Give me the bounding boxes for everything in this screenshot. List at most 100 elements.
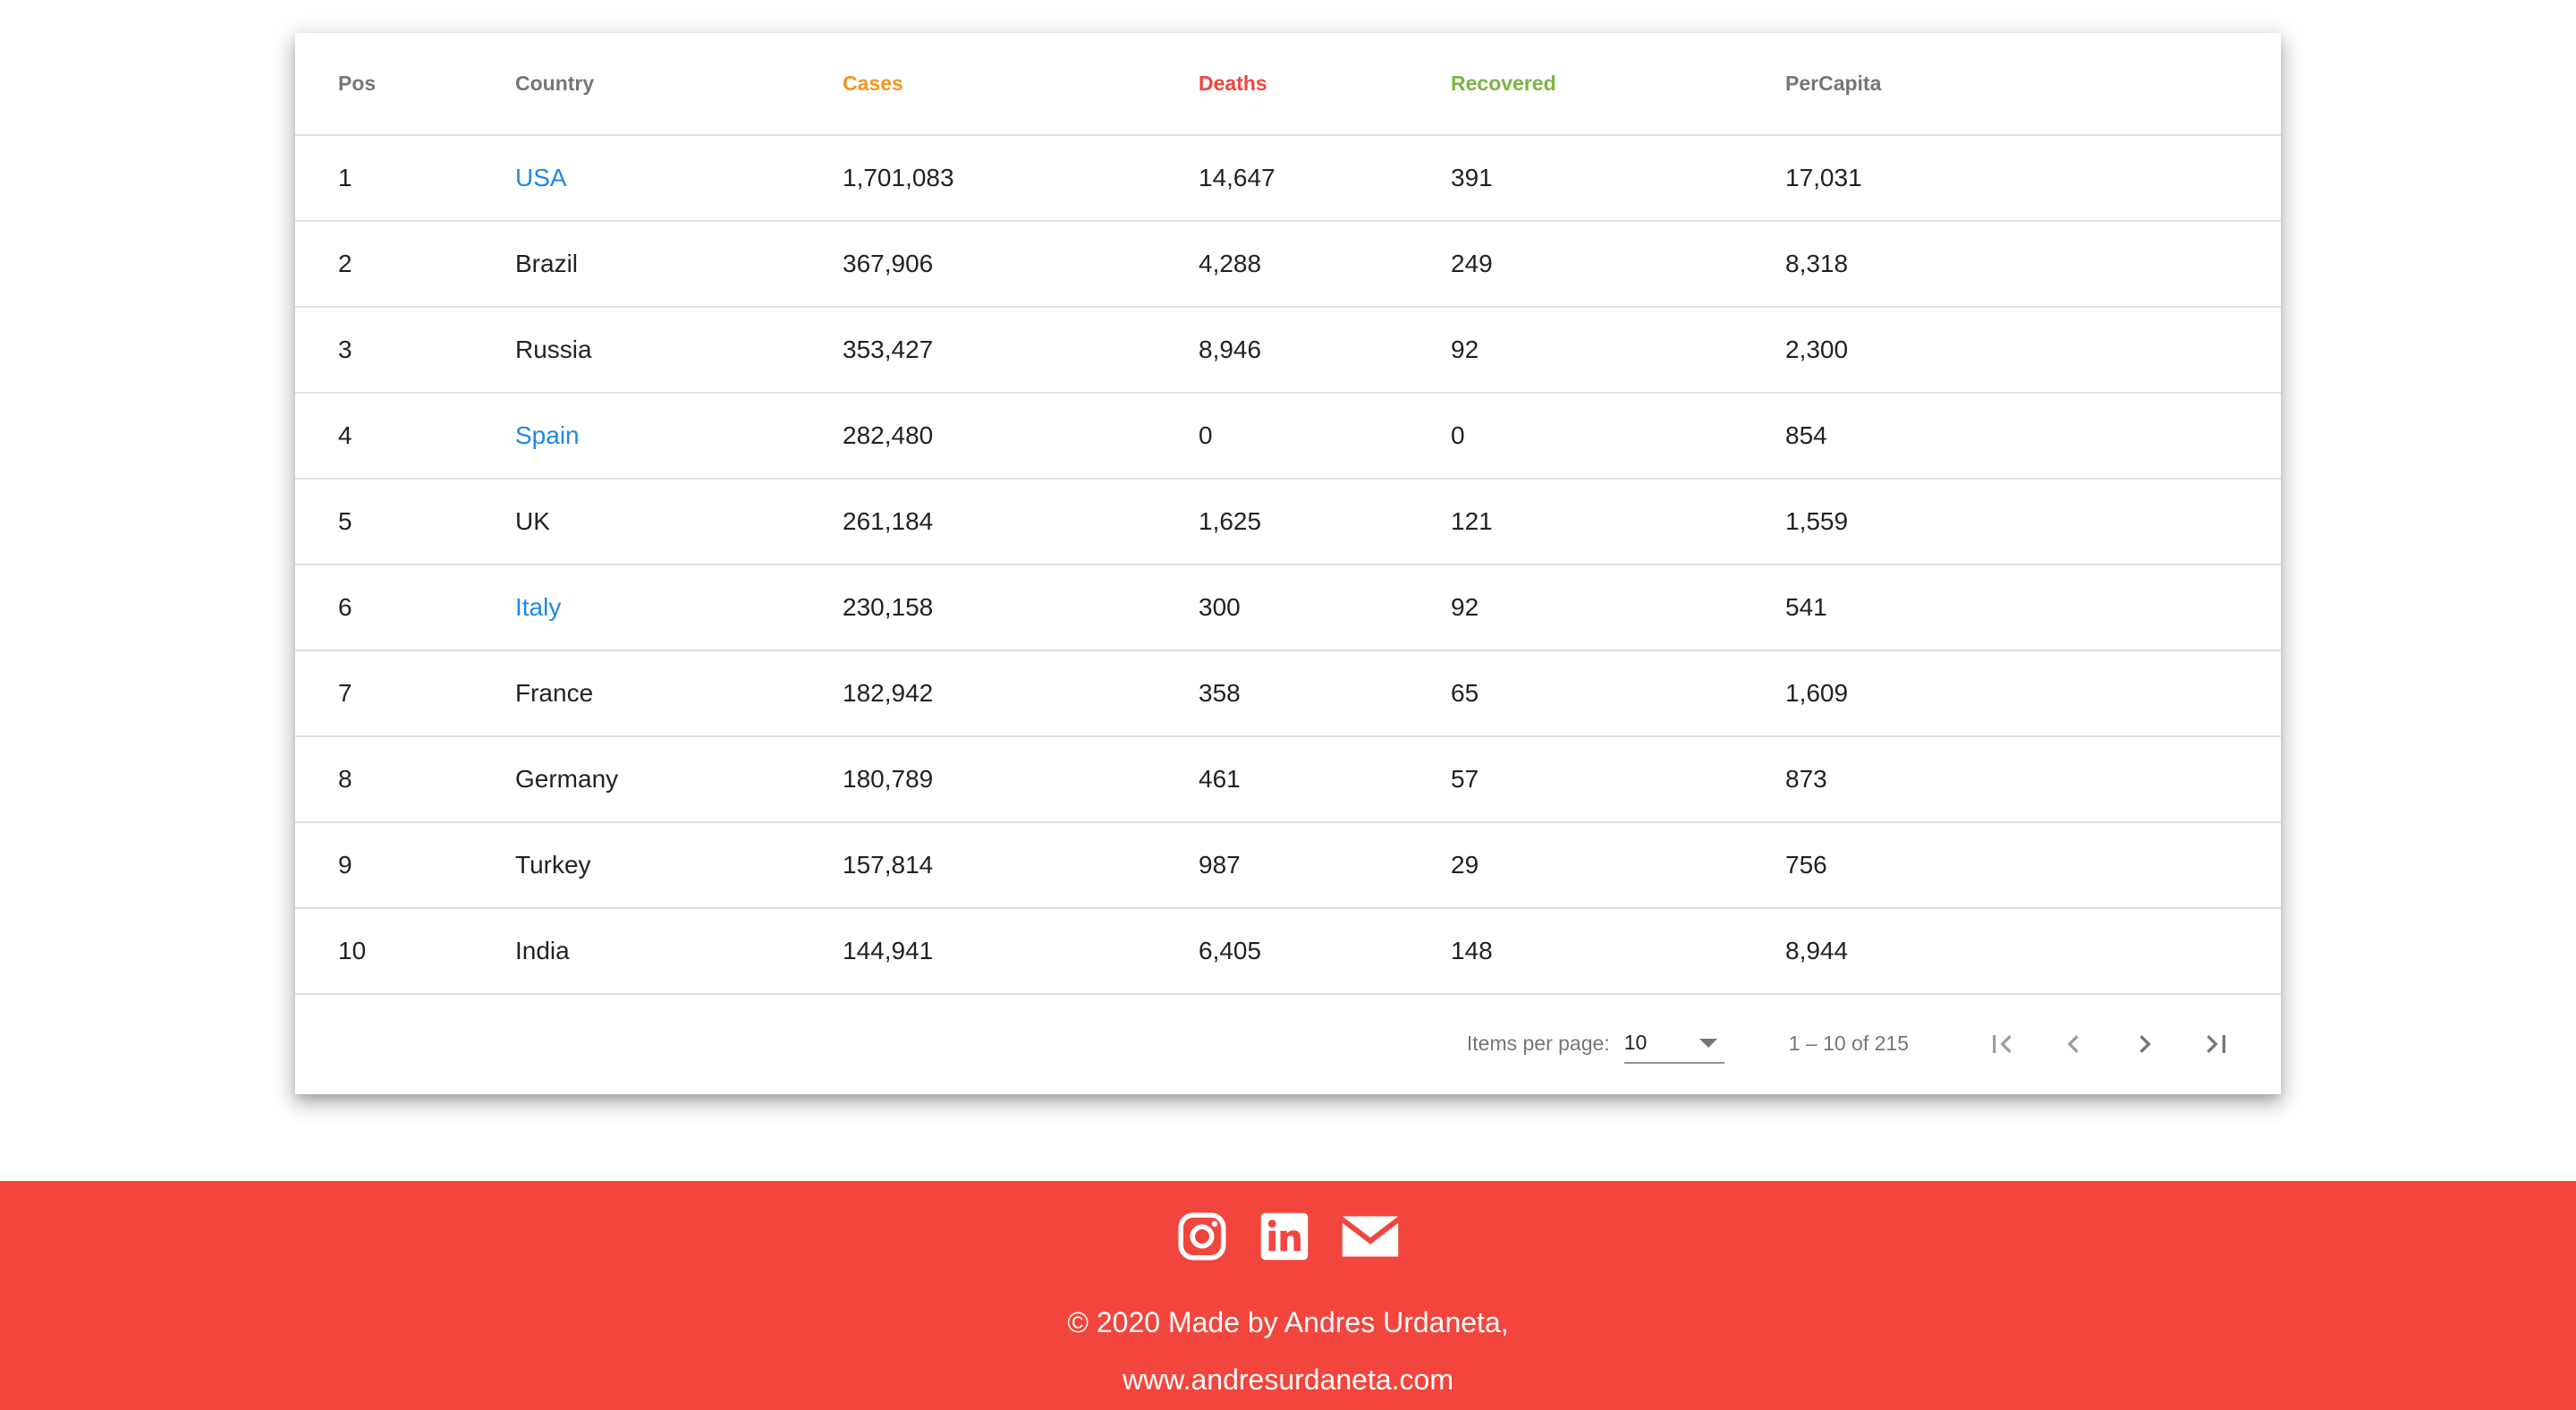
cell-pos: 9 <box>295 822 515 909</box>
cell-percapita: 1,559 <box>1785 479 2281 565</box>
cell-country: Russia <box>515 307 843 394</box>
cell-deaths: 6,405 <box>1199 908 1451 995</box>
first-page-icon <box>1993 1034 2012 1053</box>
cell-pos: 8 <box>295 736 515 823</box>
cell-deaths: 14,647 <box>1199 135 1451 222</box>
mail-icon[interactable] <box>1340 1210 1401 1263</box>
country-link[interactable]: USA <box>515 135 843 222</box>
cell-recovered: 65 <box>1451 650 1785 737</box>
country-stats-table: Pos Country Cases Deaths Recovered PerCa… <box>295 33 2281 995</box>
items-per-page-label: Items per page: <box>1466 1032 1610 1055</box>
table-header-row: Pos Country Cases Deaths Recovered PerCa… <box>295 33 2281 136</box>
cell-pos: 10 <box>295 908 515 995</box>
cell-cases: 1,701,083 <box>843 135 1199 222</box>
copyright-text: © 2020 Made by Andres Urdaneta, <box>1067 1306 1509 1338</box>
cell-pos: 6 <box>295 565 515 651</box>
page-range-label: 1 – 10 of 215 <box>1788 1032 1909 1055</box>
header-deaths: Deaths <box>1199 33 1451 136</box>
cell-percapita: 541 <box>1785 565 2281 651</box>
website-link[interactable]: www.andresurdaneta.com <box>0 1363 2576 1397</box>
page-size-select[interactable]: 10 <box>1623 1024 1724 1064</box>
previous-page-icon <box>2067 1034 2079 1053</box>
cell-percapita: 17,031 <box>1785 135 2281 222</box>
table-row: 4 Spain 282,480 0 0 854 <box>295 393 2281 480</box>
cell-deaths: 0 <box>1199 393 1451 480</box>
table-row: 5 UK 261,184 1,625 121 1,559 <box>295 479 2281 565</box>
header-percapita: PerCapita <box>1785 33 2281 136</box>
table-row: 7 France 182,942 358 65 1,609 <box>295 650 2281 737</box>
header-recovered: Recovered <box>1451 33 1785 136</box>
cell-country: France <box>515 650 843 737</box>
cell-percapita: 873 <box>1785 736 2281 823</box>
country-link[interactable]: Spain <box>515 393 843 480</box>
next-page-button[interactable] <box>2109 1008 2181 1080</box>
cell-recovered: 148 <box>1451 908 1785 995</box>
cell-cases: 282,480 <box>843 393 1199 480</box>
cell-pos: 3 <box>295 307 515 394</box>
cell-cases: 353,427 <box>843 307 1199 394</box>
social-links <box>0 1210 2576 1263</box>
cell-recovered: 92 <box>1451 565 1785 651</box>
cell-percapita: 8,944 <box>1785 908 2281 995</box>
cell-cases: 144,941 <box>843 908 1199 995</box>
cell-cases: 230,158 <box>843 565 1199 651</box>
paginator: Items per page: 10 1 – 10 of 215 <box>295 993 2281 1094</box>
cell-recovered: 0 <box>1451 393 1785 480</box>
cell-deaths: 1,625 <box>1199 479 1451 565</box>
header-country: Country <box>515 33 843 136</box>
cell-cases: 261,184 <box>843 479 1199 565</box>
cell-cases: 182,942 <box>843 650 1199 737</box>
cell-percapita: 756 <box>1785 822 2281 909</box>
cell-country: Turkey <box>515 822 843 909</box>
table-row: 8 Germany 180,789 461 57 873 <box>295 736 2281 823</box>
cell-deaths: 4,288 <box>1199 221 1451 308</box>
cell-country: UK <box>515 479 843 565</box>
cell-pos: 7 <box>295 650 515 737</box>
cell-pos: 1 <box>295 135 515 222</box>
cell-pos: 2 <box>295 221 515 308</box>
table-row: 6 Italy 230,158 300 92 541 <box>295 565 2281 651</box>
cell-country: Germany <box>515 736 843 823</box>
table-row: 9 Turkey 157,814 987 29 756 <box>295 822 2281 909</box>
cell-recovered: 29 <box>1451 822 1785 909</box>
cell-cases: 180,789 <box>843 736 1199 823</box>
table-row: 10 India 144,941 6,405 148 8,944 <box>295 908 2281 995</box>
last-page-button[interactable] <box>2181 1008 2252 1080</box>
cell-cases: 157,814 <box>843 822 1199 909</box>
stats-table-card: Pos Country Cases Deaths Recovered PerCa… <box>295 33 2281 1094</box>
table-row: 1 USA 1,701,083 14,647 391 17,031 <box>295 135 2281 222</box>
site-footer: © 2020 Made by Andres Urdaneta, www.andr… <box>0 1181 2576 1410</box>
cell-percapita: 854 <box>1785 393 2281 480</box>
next-page-icon <box>2140 1034 2151 1053</box>
table-row: 2 Brazil 367,906 4,288 249 8,318 <box>295 221 2281 308</box>
cell-recovered: 57 <box>1451 736 1785 823</box>
cell-percapita: 2,300 <box>1785 307 2281 394</box>
linkedin-icon[interactable] <box>1258 1210 1311 1263</box>
instagram-icon[interactable] <box>1175 1210 1229 1263</box>
cell-deaths: 987 <box>1199 822 1451 909</box>
cell-deaths: 358 <box>1199 650 1451 737</box>
first-page-button[interactable] <box>1966 1008 2038 1080</box>
cell-recovered: 92 <box>1451 307 1785 394</box>
cell-percapita: 8,318 <box>1785 221 2281 308</box>
cell-recovered: 121 <box>1451 479 1785 565</box>
last-page-icon <box>2207 1034 2225 1053</box>
cell-pos: 5 <box>295 479 515 565</box>
cell-recovered: 391 <box>1451 135 1785 222</box>
country-link[interactable]: Italy <box>515 565 843 651</box>
cell-deaths: 300 <box>1199 565 1451 651</box>
table-row: 3 Russia 353,427 8,946 92 2,300 <box>295 307 2281 394</box>
cell-deaths: 461 <box>1199 736 1451 823</box>
page-size-value: 10 <box>1623 1031 1648 1054</box>
header-pos: Pos <box>295 33 515 136</box>
cell-deaths: 8,946 <box>1199 307 1451 394</box>
cell-recovered: 249 <box>1451 221 1785 308</box>
cell-cases: 367,906 <box>843 221 1199 308</box>
cell-pos: 4 <box>295 393 515 480</box>
previous-page-button[interactable] <box>2038 1008 2109 1080</box>
cell-percapita: 1,609 <box>1785 650 2281 737</box>
cell-country: India <box>515 908 843 995</box>
table-body: 1 USA 1,701,083 14,647 391 17,031 2 Brazil 367,9… <box>295 135 2281 995</box>
header-cases: Cases <box>843 33 1199 136</box>
cell-country: Brazil <box>515 221 843 308</box>
